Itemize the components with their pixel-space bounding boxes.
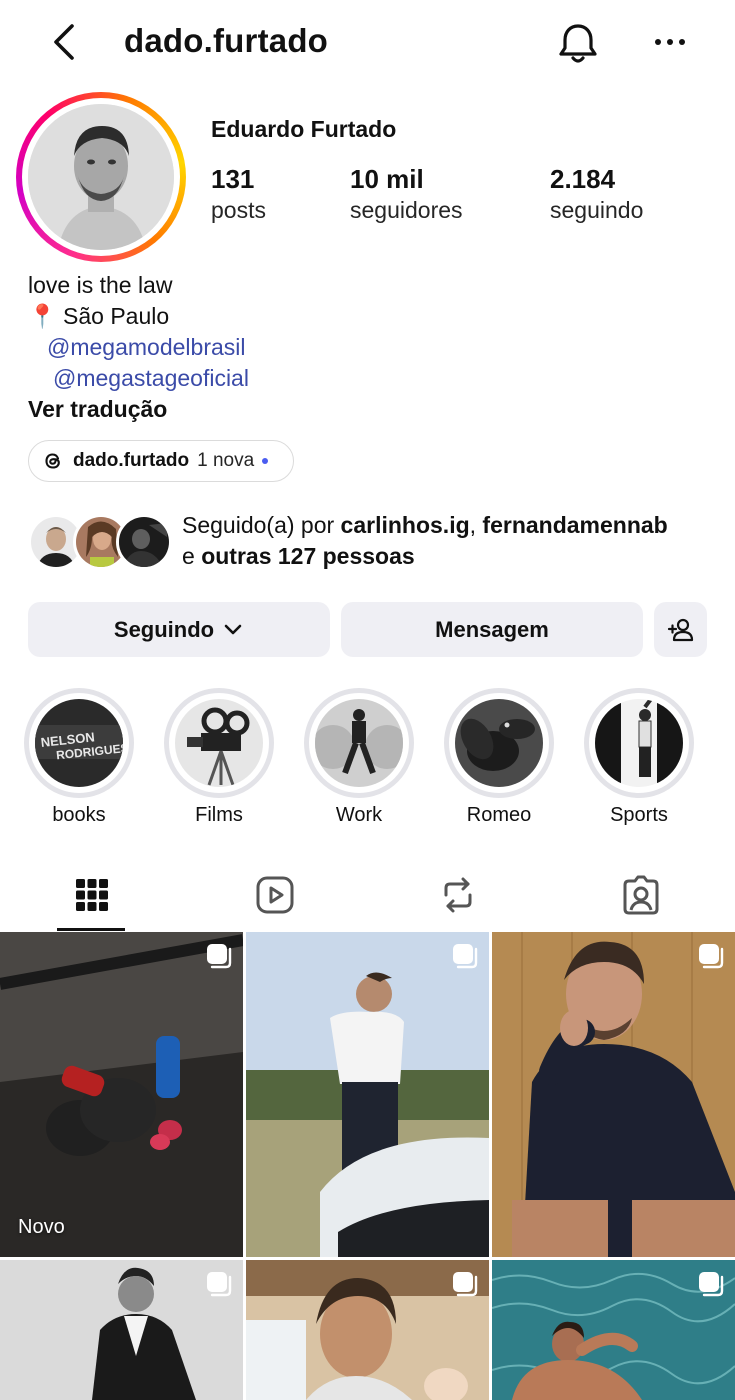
stat-posts[interactable]: 131 posts [211, 164, 266, 224]
ellipsis-icon [655, 39, 685, 45]
mutual-followers-avatars[interactable] [28, 514, 172, 572]
bio-text: love is the law [28, 272, 173, 298]
highlight-sports[interactable]: Sports [584, 688, 694, 827]
story-ring[interactable] [16, 92, 186, 262]
highlight-cover-films [175, 699, 263, 787]
repost-icon [444, 877, 471, 913]
chevron-down-icon [224, 624, 242, 634]
followed-by-user-1: carlinhos.ig [340, 512, 470, 538]
active-tab-indicator [57, 928, 125, 931]
post-tile[interactable] [0, 1260, 243, 1400]
followed-by-and: e [182, 543, 202, 569]
post-tile[interactable] [492, 932, 735, 1257]
highlight-label: Romeo [466, 804, 532, 826]
followed-by-prefix: Seguido(a) por [182, 512, 341, 538]
stat-followers-value: 10 mil [350, 164, 424, 194]
bio-mention-megastageoficial[interactable]: @megastageoficial [53, 365, 249, 392]
post-tile[interactable] [246, 932, 489, 1257]
mutual-avatar-3 [116, 514, 172, 570]
stat-following-value: 2.184 [550, 164, 616, 194]
message-button-label: Mensagem [435, 616, 549, 642]
threads-username: dado.furtado [73, 450, 190, 471]
bell-icon [559, 24, 597, 63]
followed-by-user-2: fernandamennab [482, 512, 668, 538]
highlight-ring [164, 688, 274, 798]
more-options-button[interactable] [648, 24, 692, 60]
bio-location: 📍 São Paulo [28, 303, 169, 330]
followed-by-separator: , [469, 512, 483, 538]
highlight-label: books [52, 804, 106, 826]
highlight-cover-work [315, 699, 403, 787]
carousel-icon [453, 1272, 478, 1297]
profile-avatar[interactable] [28, 104, 174, 250]
highlight-ring [304, 688, 414, 798]
following-button-label: Seguindo [113, 616, 215, 642]
message-button[interactable]: Mensagem [341, 602, 643, 657]
threads-icon [43, 451, 63, 471]
post-image [246, 932, 489, 1257]
stat-following[interactable]: 2.184 seguindo [550, 164, 643, 224]
post-tile[interactable]: Novo [0, 932, 243, 1257]
carousel-icon [699, 944, 724, 969]
profile-full-name: Eduardo Furtado [211, 116, 397, 142]
threads-badge-button[interactable]: dado.furtado 1 nova [28, 440, 294, 482]
stat-followers[interactable]: 10 mil seguidores [350, 164, 463, 224]
top-bar: dado.furtado [0, 0, 735, 88]
carousel-icon [207, 944, 232, 969]
carousel-icon [207, 1272, 232, 1297]
highlight-films[interactable]: Films [164, 688, 274, 827]
highlight-cover-romeo [455, 699, 543, 787]
tab-reposts[interactable] [366, 858, 549, 932]
followed-by-text[interactable]: Seguido(a) por carlinhos.ig, fernandamen… [182, 510, 722, 572]
threads-new-count: 1 nova [197, 450, 255, 471]
stat-following-label: seguindo [550, 197, 644, 223]
notifications-button[interactable] [556, 20, 600, 66]
highlight-romeo[interactable]: Romeo [444, 688, 554, 827]
avatar-portrait [28, 104, 174, 250]
threads-new-dot [262, 458, 269, 464]
highlight-ring: NELSON RODRIGUES [24, 688, 134, 798]
tagged-icon [623, 875, 658, 915]
highlight-ring [444, 688, 554, 798]
post-image [0, 932, 243, 1257]
reels-icon [256, 876, 293, 914]
highlight-ring [584, 688, 694, 798]
tab-tagged[interactable] [549, 858, 732, 932]
post-new-badge: Novo [18, 1216, 65, 1238]
chevron-left-icon [54, 24, 74, 60]
profile-tabs [0, 858, 735, 932]
tab-reels[interactable] [183, 858, 366, 932]
bio-location-text: São Paulo [63, 303, 170, 329]
highlight-label: Sports [610, 804, 668, 826]
stat-posts-value: 131 [211, 164, 255, 194]
suggest-users-button[interactable] [654, 602, 707, 657]
profile-username-title: dado.furtado [124, 22, 329, 59]
following-button[interactable]: Seguindo [28, 602, 330, 657]
post-tile[interactable] [492, 1260, 735, 1400]
pin-icon: 📍 [28, 303, 57, 329]
see-translation-link[interactable]: Ver tradução [28, 396, 167, 423]
back-button[interactable] [44, 20, 84, 64]
stat-followers-label: seguidores [350, 197, 463, 223]
post-tile[interactable] [246, 1260, 489, 1400]
posts-grid: Novo [0, 932, 735, 1400]
highlight-books[interactable]: NELSON RODRIGUES books [24, 688, 134, 827]
highlight-work[interactable]: Work [304, 688, 414, 827]
highlight-label: Films [195, 804, 243, 826]
bio-mention-megamodelbrasil[interactable]: @megamodelbrasil [47, 334, 246, 361]
add-user-icon [667, 618, 693, 641]
post-image [492, 932, 735, 1257]
highlight-label: Work [335, 804, 383, 826]
stat-posts-label: posts [211, 197, 266, 223]
carousel-icon [699, 1272, 724, 1297]
grid-icon [75, 879, 108, 911]
followed-by-others: outras 127 pessoas [201, 543, 415, 569]
highlight-cover-sports [595, 699, 683, 787]
tab-grid[interactable] [0, 858, 183, 932]
highlight-cover-books: NELSON RODRIGUES [35, 699, 123, 787]
carousel-icon [453, 944, 478, 969]
